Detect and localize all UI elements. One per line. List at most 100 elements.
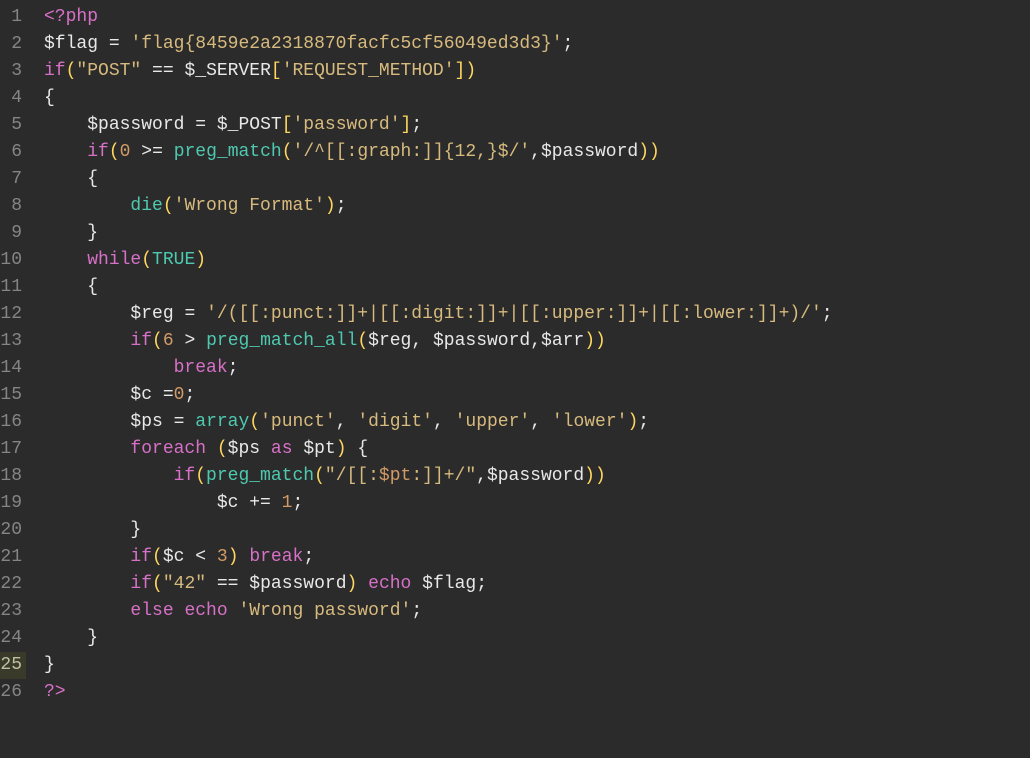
code-token: =: [163, 385, 174, 405]
code-line[interactable]: $c += 1;: [44, 490, 833, 517]
code-token: if: [130, 574, 152, 594]
code-token: [195, 304, 206, 324]
code-token: }: [44, 655, 55, 675]
code-line[interactable]: $c =0;: [44, 382, 833, 409]
code-line[interactable]: else echo 'Wrong password';: [44, 598, 833, 625]
code-token: preg_match_all: [206, 331, 357, 351]
code-token: 'password': [293, 115, 401, 135]
code-token: "/[[:: [325, 466, 379, 486]
code-token: (: [249, 412, 260, 432]
code-line[interactable]: }: [44, 652, 833, 679]
code-line[interactable]: if(6 > preg_match_all($reg, $password,$a…: [44, 328, 833, 355]
code-token: $password: [87, 115, 184, 135]
code-token: $ps: [228, 439, 260, 459]
code-token: ;: [292, 493, 303, 513]
code-line[interactable]: if("42" == $password) echo $flag;: [44, 571, 833, 598]
code-token: $password: [487, 466, 584, 486]
code-token: '/([[:punct:]]+|[[:digit:]]+|[[:upper:]]…: [206, 304, 822, 324]
code-token: if: [130, 547, 152, 567]
code-token: [195, 331, 206, 351]
line-number: 2: [0, 31, 26, 58]
code-token: [174, 304, 185, 324]
code-line[interactable]: if(preg_match("/[[:$pt:]]+/",$password)): [44, 463, 833, 490]
code-token: $password: [541, 142, 638, 162]
code-token: [238, 493, 249, 513]
code-token: $arr: [541, 331, 584, 351]
code-line[interactable]: die('Wrong Format');: [44, 193, 833, 220]
code-token: if: [130, 331, 152, 351]
line-number: 16: [0, 409, 26, 436]
code-line[interactable]: {: [44, 85, 833, 112]
code-token: ?>: [44, 682, 66, 702]
code-token: (: [282, 142, 293, 162]
code-line[interactable]: {: [44, 274, 833, 301]
code-line[interactable]: while(TRUE): [44, 247, 833, 274]
code-line[interactable]: if(0 >= preg_match('/^[[:graph:]]{12,}$/…: [44, 139, 833, 166]
code-token: [: [282, 115, 293, 135]
code-token: ): [347, 574, 358, 594]
code-token: 'punct': [260, 412, 336, 432]
code-token: foreach: [130, 439, 206, 459]
code-line[interactable]: }: [44, 625, 833, 652]
code-token: [152, 385, 163, 405]
code-token: [44, 169, 87, 189]
code-line[interactable]: ?>: [44, 679, 833, 706]
code-token: ==: [152, 61, 174, 81]
line-number: 21: [0, 544, 26, 571]
code-token: (: [152, 331, 163, 351]
code-line[interactable]: $flag = 'flag{8459e2a2318870facfc5cf5604…: [44, 31, 833, 58]
code-token: 'upper': [455, 412, 531, 432]
code-token: ): [638, 142, 649, 162]
code-token: [44, 277, 87, 297]
code-token: }: [87, 628, 98, 648]
code-token: ;: [303, 547, 314, 567]
code-token: [44, 223, 87, 243]
code-token: $flag: [422, 574, 476, 594]
code-token: [347, 439, 358, 459]
code-token: (: [141, 250, 152, 270]
code-token: [44, 439, 130, 459]
code-token: [174, 61, 185, 81]
code-token: 3: [217, 547, 228, 567]
code-token: (: [357, 331, 368, 351]
code-token: preg_match: [174, 142, 282, 162]
code-area[interactable]: <?php$flag = 'flag{8459e2a2318870facfc5c…: [34, 0, 833, 758]
code-token: ): [195, 250, 206, 270]
code-line[interactable]: <?php: [44, 4, 833, 31]
code-line[interactable]: break;: [44, 355, 833, 382]
code-token: [44, 493, 217, 513]
code-token: [422, 331, 433, 351]
code-token: $c: [130, 385, 152, 405]
code-line[interactable]: }: [44, 220, 833, 247]
line-number: 23: [0, 598, 26, 625]
code-token: ;: [411, 115, 422, 135]
code-token: [184, 547, 195, 567]
code-line[interactable]: $password = $_POST['password'];: [44, 112, 833, 139]
code-token: ): [595, 466, 606, 486]
code-token: ,: [530, 142, 541, 162]
code-token: (: [314, 466, 325, 486]
code-token: $password: [249, 574, 346, 594]
code-token: =: [184, 304, 195, 324]
code-token: ): [584, 466, 595, 486]
code-line[interactable]: foreach ($ps as $pt) {: [44, 436, 833, 463]
code-token: [206, 574, 217, 594]
line-number: 7: [0, 166, 26, 193]
line-number-gutter: 1234567891011121314151617181920212223242…: [0, 0, 34, 758]
code-line[interactable]: if($c < 3) break;: [44, 544, 833, 571]
code-token: (: [109, 142, 120, 162]
code-token: }: [87, 223, 98, 243]
code-token: ,: [433, 412, 444, 432]
code-token: ): [336, 439, 347, 459]
code-line[interactable]: if("POST" == $_SERVER['REQUEST_METHOD']): [44, 58, 833, 85]
code-token: "POST": [76, 61, 141, 81]
line-number: 6: [0, 139, 26, 166]
code-token: [44, 601, 130, 621]
code-token: ,: [411, 331, 422, 351]
code-line[interactable]: $reg = '/([[:punct:]]+|[[:digit:]]+|[[:u…: [44, 301, 833, 328]
code-token: echo: [368, 574, 411, 594]
code-line[interactable]: $ps = array('punct', 'digit', 'upper', '…: [44, 409, 833, 436]
code-line[interactable]: }: [44, 517, 833, 544]
code-line[interactable]: {: [44, 166, 833, 193]
code-token: break: [249, 547, 303, 567]
